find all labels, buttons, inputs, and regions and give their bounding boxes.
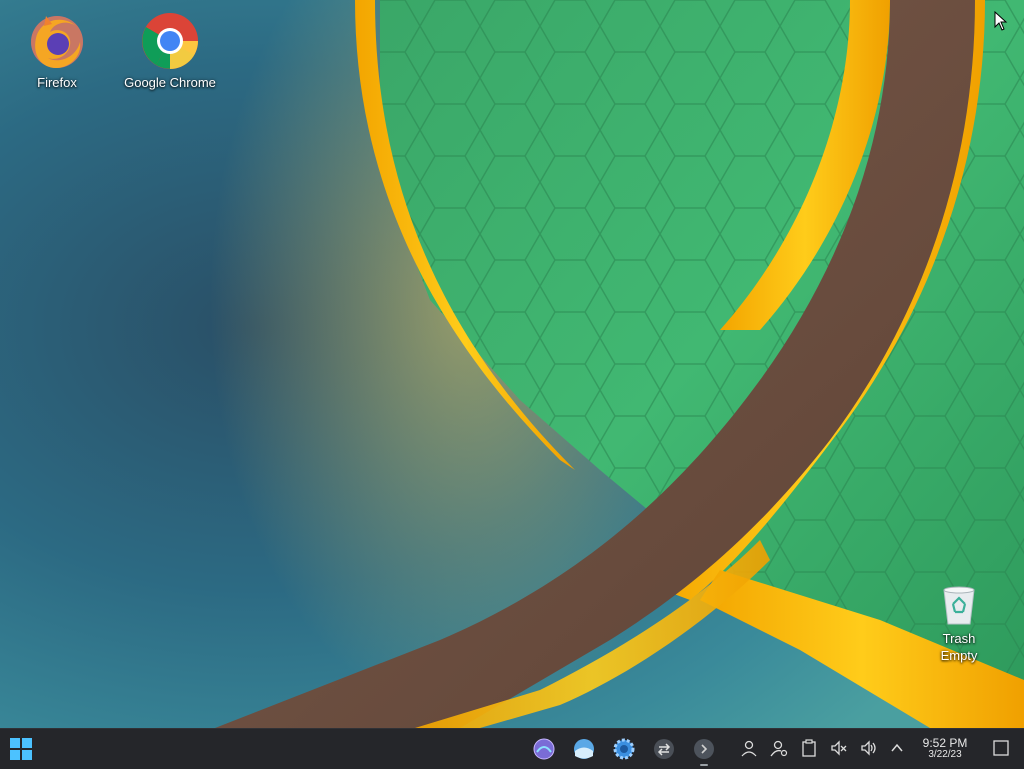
app-launcher-icon: [533, 738, 555, 760]
taskbar-weather-app[interactable]: [570, 729, 598, 769]
mouse-cursor-icon: [994, 11, 1008, 31]
volume-icon: [861, 740, 876, 756]
windows-start-icon: [10, 738, 32, 760]
arrow-app-icon: [694, 739, 714, 759]
chevron-up-icon: [891, 743, 903, 752]
mute-icon: [831, 740, 847, 756]
tray-mute[interactable]: [828, 737, 850, 759]
chrome-icon: [142, 13, 198, 69]
tray-expand-button[interactable]: [886, 737, 908, 759]
show-desktop-button[interactable]: [990, 737, 1012, 759]
clipboard-icon: [802, 739, 816, 757]
user-settings-icon: [770, 740, 788, 757]
trash-icon: [943, 586, 975, 625]
weather-app-icon: [574, 739, 594, 759]
active-indicator: [700, 764, 708, 766]
tray-clipboard[interactable]: [798, 737, 820, 759]
taskbar-app-launcher[interactable]: [530, 729, 558, 769]
desktop-icon-chrome[interactable]: Google Chrome: [120, 12, 220, 91]
desktop-icon-trash[interactable]: Trash Empty: [909, 584, 1009, 664]
desktop-icon-label: Google Chrome: [124, 75, 216, 90]
taskbar: 9:52 PM 3/22/23: [0, 728, 1024, 769]
desktop-icon-label: Trash Empty: [940, 631, 978, 663]
show-desktop-icon: [993, 740, 1009, 756]
user-icon: [741, 740, 757, 757]
taskbar-switcher-app[interactable]: [650, 729, 678, 769]
system-clock[interactable]: 9:52 PM 3/22/23: [912, 737, 978, 761]
clock-time: 9:52 PM: [922, 736, 968, 750]
start-button[interactable]: [4, 729, 38, 769]
tray-volume[interactable]: [858, 737, 880, 759]
tray-user[interactable]: [738, 737, 760, 759]
tray-user-settings[interactable]: [768, 737, 790, 759]
settings-gear-icon: [613, 738, 635, 760]
firefox-icon: [31, 16, 83, 69]
desktop-icon-firefox[interactable]: Firefox: [7, 12, 107, 91]
desktop-wallpaper: [0, 0, 1024, 728]
desktop-icon-label: Firefox: [37, 75, 77, 90]
taskbar-settings-app[interactable]: [610, 729, 638, 769]
clock-date: 3/22/23: [928, 749, 962, 760]
taskbar-active-app[interactable]: [690, 729, 718, 769]
switcher-icon: [654, 739, 674, 759]
